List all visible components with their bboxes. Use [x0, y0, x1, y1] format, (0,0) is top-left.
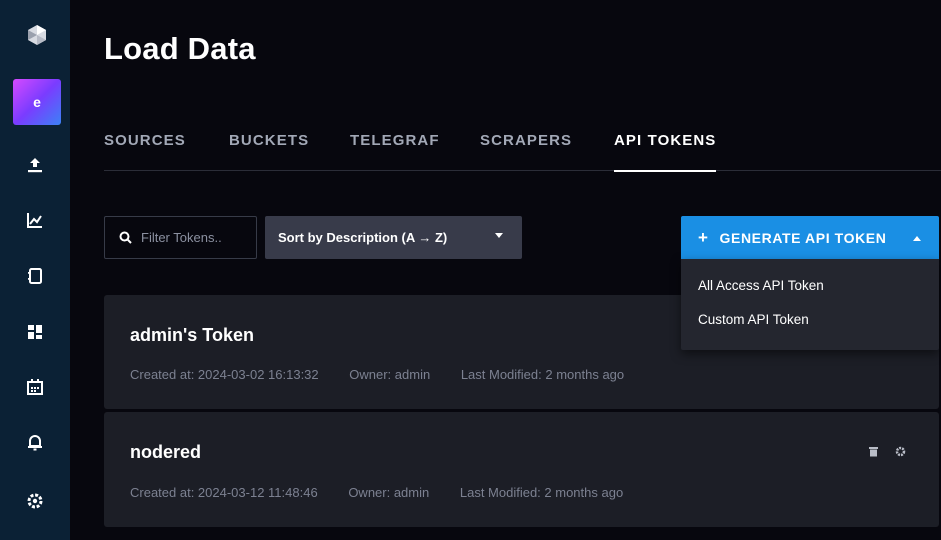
settings-icon — [27, 493, 43, 509]
sidebar-item-data-explorer[interactable] — [0, 200, 70, 240]
tab-api-tokens[interactable]: API TOKENS — [614, 132, 717, 172]
filter-tokens-field[interactable] — [104, 216, 257, 259]
tab-telegraf[interactable]: TELEGRAF — [350, 132, 440, 171]
bell-icon — [28, 435, 42, 451]
token-card[interactable]: nodered Created at: 2024-03-12 11:48:46 … — [104, 412, 939, 527]
filter-tokens-input[interactable] — [141, 230, 251, 245]
page-title: Load Data — [104, 31, 256, 66]
menu-item-all-access-token[interactable]: All Access API Token — [681, 271, 939, 305]
plus-icon: + — [698, 228, 709, 247]
tab-sources[interactable]: SOURCES — [104, 132, 186, 171]
chart-icon — [27, 213, 42, 228]
token-meta: Created at: 2024-03-12 11:48:46 Owner: a… — [130, 485, 650, 500]
sidebar-item-settings[interactable] — [0, 481, 70, 521]
token-created: Created at: 2024-03-12 11:48:46 — [130, 485, 318, 500]
menu-item-custom-token[interactable]: Custom API Token — [681, 305, 939, 339]
caret-up-icon — [913, 236, 921, 241]
search-icon — [119, 231, 132, 244]
tab-bar: SOURCES BUCKETS TELEGRAF SCRAPERS API TO… — [104, 128, 941, 172]
generate-api-token-label: GENERATE API TOKEN — [719, 229, 887, 246]
caret-down-icon — [495, 233, 503, 238]
token-name[interactable]: nodered — [130, 442, 201, 463]
gear-icon[interactable] — [895, 446, 906, 457]
token-name[interactable]: admin's Token — [130, 325, 254, 346]
token-modified: Last Modified: 2 months ago — [459, 485, 624, 500]
generate-token-menu: All Access API Token Custom API Token — [681, 259, 939, 350]
app-window: e Load Data SOURCES BUCKETS TELEGRAF SCR… — [0, 0, 941, 540]
token-created: Created at: 2024-03-02 16:13:32 — [130, 367, 319, 382]
main-content: Load Data SOURCES BUCKETS TELEGRAF SCRAP… — [70, 0, 941, 540]
sidebar-item-notebooks[interactable] — [0, 256, 70, 296]
sidebar-item-alerts[interactable] — [0, 422, 70, 462]
org-initial: e — [33, 94, 41, 110]
token-meta: Created at: 2024-03-02 16:13:32 Owner: a… — [130, 367, 651, 382]
dashboards-icon — [28, 325, 42, 339]
tab-scrapers[interactable]: SCRAPERS — [480, 132, 572, 171]
sidebar: e — [0, 0, 70, 540]
trash-icon[interactable] — [868, 446, 879, 457]
sort-label: Sort by Description (A → Z) — [278, 230, 448, 245]
token-modified: Last Modified: 2 months ago — [460, 367, 625, 382]
sort-dropdown[interactable]: Sort by Description (A → Z) — [265, 216, 522, 259]
sidebar-item-dashboards[interactable] — [0, 312, 70, 352]
token-actions — [868, 446, 906, 457]
org-avatar[interactable]: e — [13, 79, 61, 125]
generate-api-token-button[interactable]: + GENERATE API TOKEN — [681, 216, 939, 259]
sidebar-item-tasks[interactable] — [0, 367, 70, 407]
sidebar-item-load-data[interactable] — [0, 145, 70, 185]
influx-logo-icon[interactable] — [26, 24, 48, 46]
calendar-icon — [27, 379, 43, 395]
upload-icon — [28, 158, 42, 173]
token-owner: Owner: admin — [349, 367, 431, 382]
token-owner: Owner: admin — [348, 485, 430, 500]
tab-buckets[interactable]: BUCKETS — [229, 132, 309, 171]
notebook-icon — [28, 268, 42, 284]
